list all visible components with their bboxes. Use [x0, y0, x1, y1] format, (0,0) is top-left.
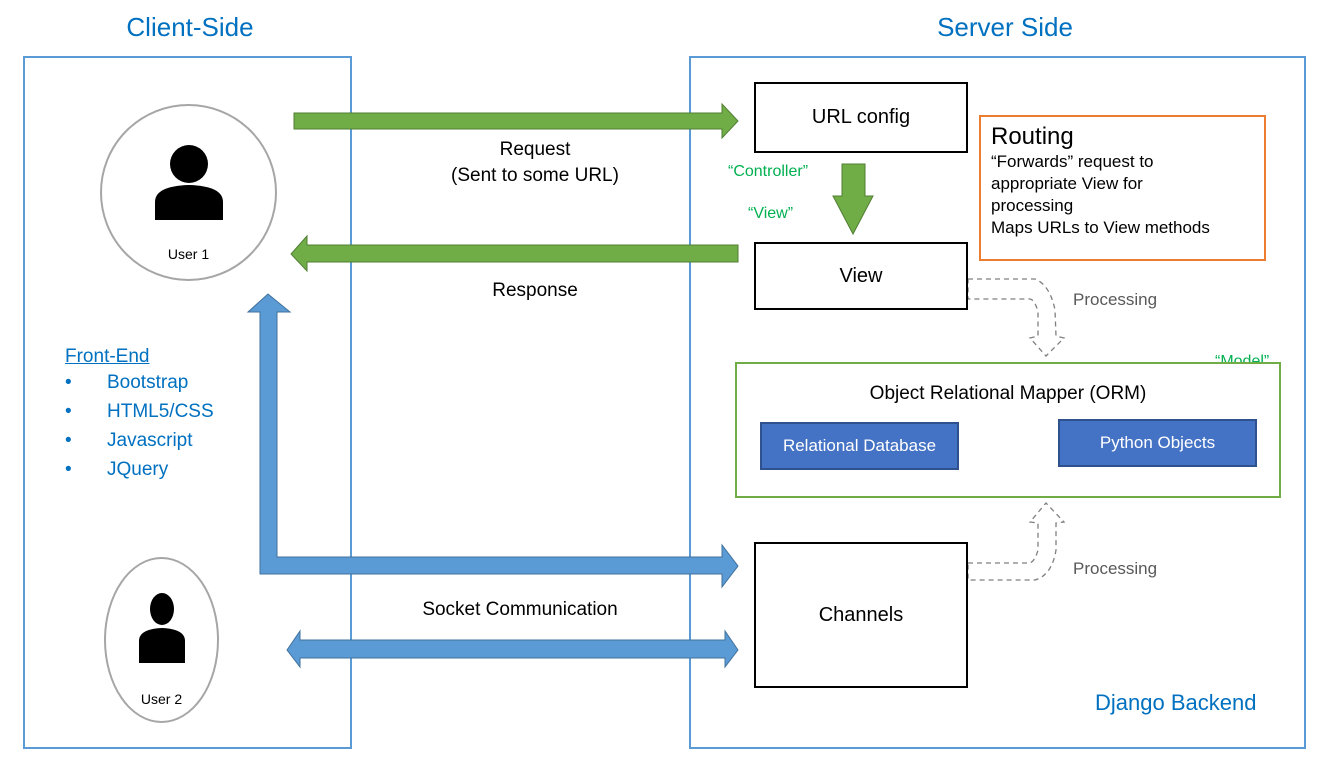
bullet-icon: • — [65, 372, 72, 393]
processing-arrow-channels-to-orm — [967, 502, 1066, 581]
response-label: Response — [492, 280, 578, 301]
controller-down-arrow — [832, 163, 874, 236]
user-2-label: User 2 — [140, 691, 183, 707]
channels-box[interactable]: Channels — [754, 542, 968, 688]
socket-label: Socket Communication — [422, 599, 618, 620]
processing-label-2: Processing — [1073, 559, 1158, 578]
bullet-icon: • — [65, 401, 72, 422]
python-objects-box[interactable]: Python Objects — [1058, 419, 1257, 467]
frontend-list: • Bootstrap • HTML5/CSS • Javascript • JQuer… — [65, 368, 214, 484]
url-config-box[interactable]: URL config — [754, 82, 968, 153]
frontend-item: • JQuery — [65, 455, 214, 484]
frontend-item: • Bootstrap — [65, 368, 214, 397]
routing-line: appropriate View for — [991, 174, 1143, 194]
person-icon — [155, 145, 223, 220]
routing-title: Routing — [991, 123, 1074, 150]
view-role-label: “View” — [748, 205, 794, 222]
user-2-node[interactable]: User 2 — [104, 557, 219, 723]
frontend-item: • HTML5/CSS — [65, 397, 214, 426]
bullet-icon: • — [65, 459, 72, 480]
request-label: Request (Sent to some URL) — [451, 139, 619, 186]
frontend-item: • Javascript — [65, 426, 214, 455]
bullet-icon: • — [65, 430, 72, 451]
django-backend-label: Django Backend — [1095, 690, 1257, 715]
processing-label-1: Processing — [1073, 290, 1158, 309]
view-box[interactable]: View — [754, 242, 968, 310]
routing-line: Maps URLs to View methods — [991, 218, 1210, 238]
processing-arrow-view-to-orm — [967, 278, 1066, 357]
frontend-section: Front-End • Bootstrap • HTML5/CSS • Javascr… — [65, 346, 214, 484]
user-1-node[interactable]: User 1 — [100, 104, 277, 281]
user1-to-channels-arrow — [246, 293, 739, 589]
orm-title: Object Relational Mapper (ORM) — [869, 383, 1147, 404]
response-arrow — [290, 234, 739, 273]
routing-note: Routing “Forwards” request to appropriat… — [979, 115, 1266, 261]
person-icon — [139, 593, 185, 663]
routing-line: “Forwards” request to — [991, 152, 1154, 171]
routing-line: processing — [991, 196, 1074, 216]
relational-database-box[interactable]: Relational Database — [760, 422, 959, 470]
controller-label: “Controller” — [728, 163, 809, 180]
user-1-label: User 1 — [167, 246, 210, 262]
socket-double-arrow — [286, 629, 739, 669]
frontend-title: Front-End — [65, 346, 150, 367]
request-arrow — [293, 102, 739, 140]
